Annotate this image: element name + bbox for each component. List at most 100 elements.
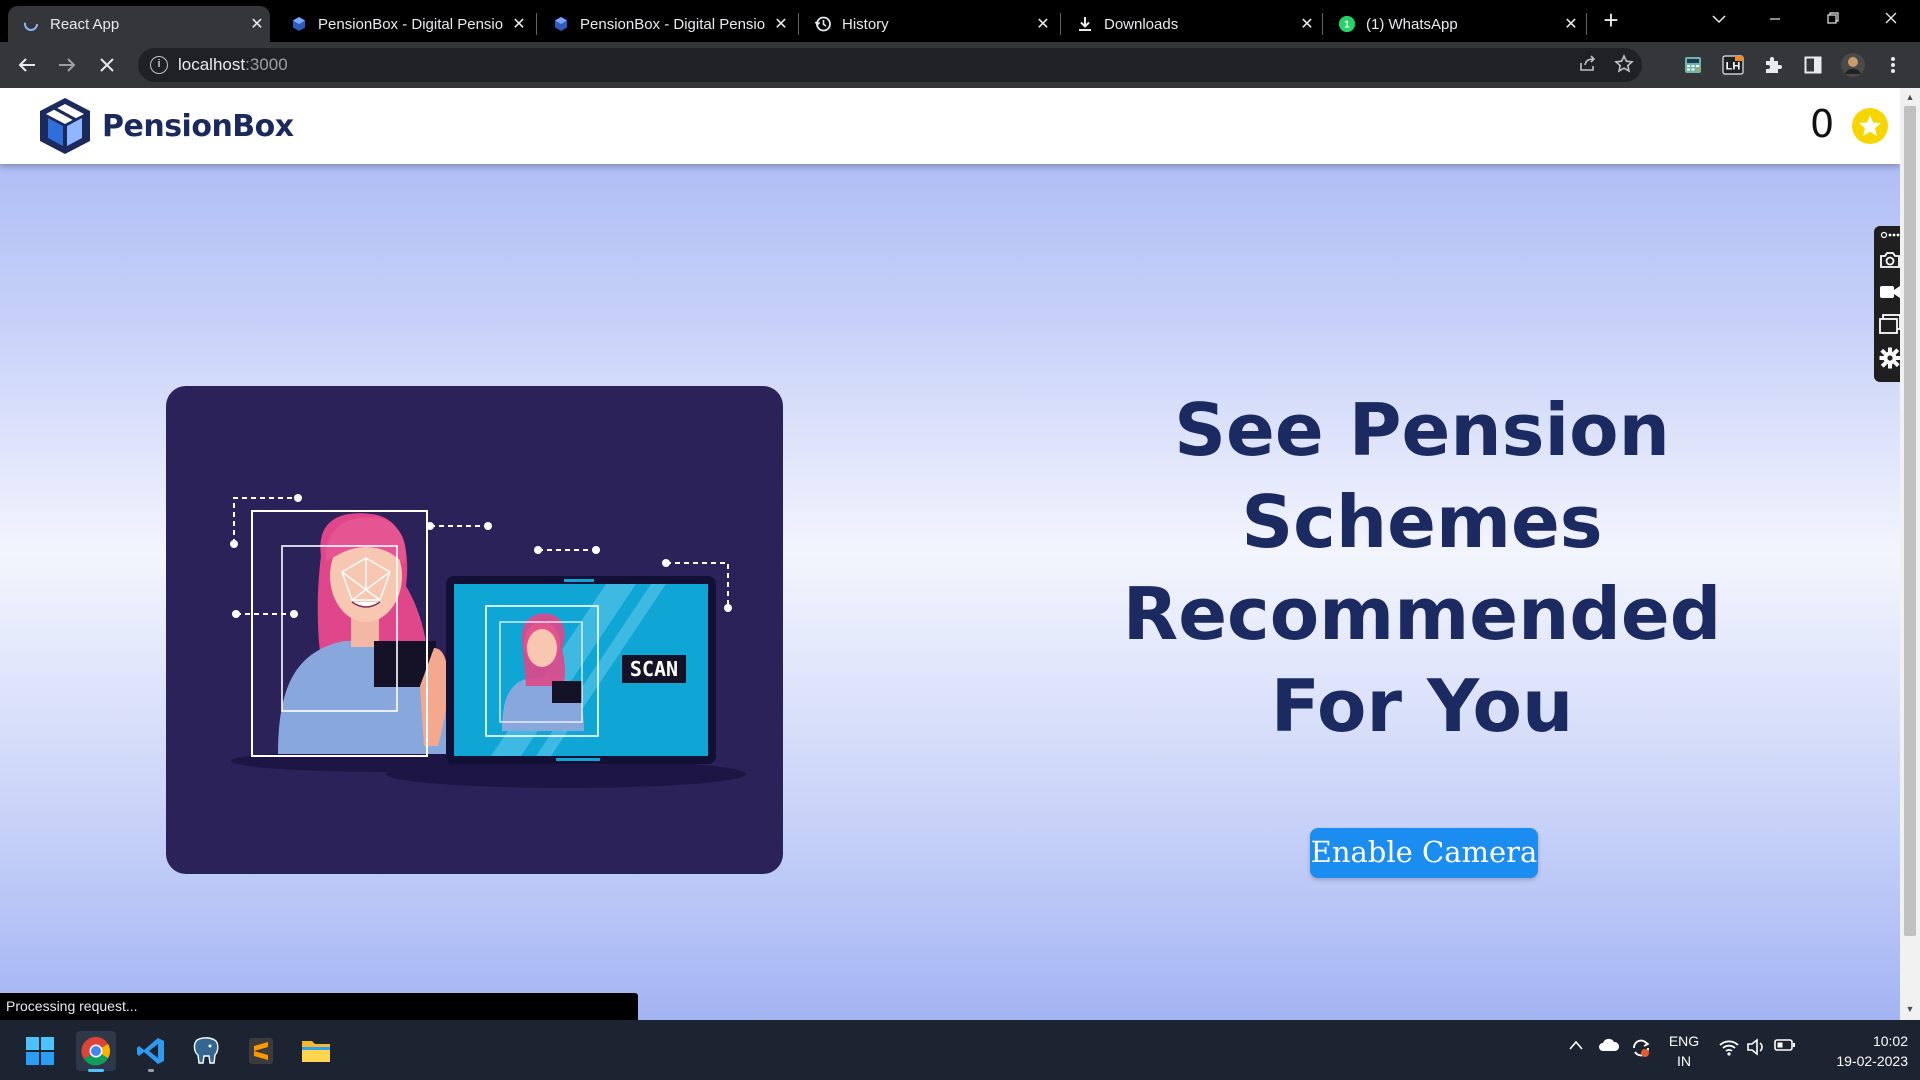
url-text[interactable]: localhost:3000 bbox=[178, 55, 288, 75]
extensions-puzzle-icon[interactable] bbox=[1758, 50, 1788, 80]
close-icon bbox=[100, 58, 114, 72]
tab-label: History bbox=[842, 15, 889, 33]
clock-time: 10:02 bbox=[1872, 1033, 1908, 1049]
tab-search-button[interactable] bbox=[1696, 4, 1742, 36]
minimize-button[interactable] bbox=[1752, 4, 1798, 36]
extension-lighthouse-icon[interactable]: LH bbox=[1718, 50, 1748, 80]
tab-close-button[interactable]: ✕ bbox=[244, 14, 270, 34]
start-button[interactable] bbox=[20, 1031, 60, 1071]
chevron-down-icon bbox=[1712, 15, 1726, 24]
react-spinner-icon bbox=[22, 15, 40, 33]
tab-close-button[interactable]: ✕ bbox=[768, 14, 794, 34]
scan-label: SCAN bbox=[630, 657, 678, 681]
brand-name: PensionBox bbox=[102, 108, 294, 144]
restore-icon bbox=[1827, 12, 1839, 24]
minimize-icon bbox=[1770, 18, 1780, 20]
input-language-indicator[interactable]: ENG IN bbox=[1664, 1031, 1704, 1071]
windows-logo-icon bbox=[26, 1037, 54, 1065]
battery-icon[interactable] bbox=[1774, 1038, 1796, 1057]
info-icon[interactable]: i bbox=[150, 56, 168, 74]
stop-loading-button[interactable] bbox=[92, 50, 122, 80]
brand-logo-link[interactable]: PensionBox bbox=[36, 96, 294, 156]
close-icon bbox=[1885, 12, 1897, 24]
taskbar-pgadmin[interactable] bbox=[186, 1031, 226, 1071]
window-capture-icon[interactable] bbox=[1878, 312, 1902, 336]
tab-history[interactable]: History ✕ bbox=[800, 6, 1056, 42]
address-bar[interactable]: i localhost:3000 bbox=[138, 48, 1642, 82]
tab-downloads[interactable]: Downloads ✕ bbox=[1062, 6, 1320, 42]
tab-separator bbox=[798, 13, 799, 35]
tab-whatsapp[interactable]: 1 (1) WhatsApp ✕ bbox=[1324, 6, 1584, 42]
page-scrollbar[interactable]: ▲ ▼ bbox=[1900, 88, 1920, 1020]
tab-close-button[interactable]: ✕ bbox=[506, 14, 532, 34]
pensionbox-logo-icon bbox=[40, 98, 90, 154]
tab-separator bbox=[536, 13, 537, 35]
whatsapp-icon: 1 bbox=[1338, 15, 1356, 33]
tray-overflow-icon[interactable] bbox=[1568, 1038, 1584, 1056]
folder-icon bbox=[302, 1041, 330, 1062]
tab-close-button[interactable]: ✕ bbox=[1558, 14, 1584, 34]
tab-pensionbox-1[interactable]: PensionBox - Digital Pensio ✕ bbox=[276, 6, 532, 42]
headline-line: Schemes bbox=[1241, 480, 1603, 564]
bookmark-star-icon[interactable] bbox=[1612, 54, 1636, 76]
profile-avatar[interactable] bbox=[1838, 50, 1868, 80]
url-host: localhost bbox=[178, 55, 246, 74]
history-icon bbox=[814, 15, 832, 33]
tab-separator bbox=[1322, 13, 1323, 35]
arrow-right-icon bbox=[59, 58, 76, 72]
postgresql-elephant-icon bbox=[193, 1037, 219, 1064]
headline-line: For You bbox=[1270, 664, 1574, 748]
volume-icon[interactable] bbox=[1746, 1038, 1766, 1061]
onedrive-cloud-icon[interactable] bbox=[1598, 1038, 1620, 1057]
taskbar-vscode[interactable] bbox=[131, 1031, 171, 1072]
scroll-up-icon[interactable]: ▲ bbox=[1905, 92, 1915, 102]
rewards-button[interactable] bbox=[1852, 108, 1888, 144]
tab-label: PensionBox - Digital Pensio bbox=[318, 15, 504, 33]
vscode-icon bbox=[137, 1038, 164, 1064]
sublime-text-icon bbox=[249, 1038, 273, 1064]
headline-line: See Pension bbox=[1174, 388, 1670, 472]
taskbar-chrome[interactable] bbox=[76, 1031, 116, 1072]
scrollbar-thumb[interactable] bbox=[1904, 106, 1916, 936]
pensionbox-icon bbox=[552, 15, 570, 33]
back-button[interactable] bbox=[12, 50, 42, 80]
forward-button[interactable] bbox=[52, 50, 82, 80]
taskbar-sublime[interactable] bbox=[241, 1031, 281, 1071]
close-window-button[interactable] bbox=[1868, 4, 1914, 36]
tab-separator bbox=[1060, 13, 1061, 35]
side-panel-icon[interactable] bbox=[1798, 50, 1828, 80]
svg-text:LH: LH bbox=[1726, 61, 1741, 73]
headline-line: Recommended bbox=[1122, 572, 1722, 656]
svg-text:1: 1 bbox=[1344, 20, 1350, 31]
wifi-icon[interactable] bbox=[1718, 1038, 1740, 1061]
menu-kebab-icon[interactable] bbox=[1878, 50, 1908, 80]
widget-handle-icon[interactable] bbox=[1878, 228, 1902, 242]
video-camera-icon[interactable] bbox=[1878, 280, 1902, 304]
chrome-icon bbox=[81, 1036, 110, 1066]
pensionbox-icon bbox=[290, 15, 308, 33]
status-bubble: Processing request... bbox=[0, 993, 638, 1020]
tab-pensionbox-2[interactable]: PensionBox - Digital Pensio ✕ bbox=[538, 6, 794, 42]
extension-calculator-icon[interactable] bbox=[1678, 50, 1708, 80]
lang-region: IN bbox=[1677, 1053, 1691, 1069]
enable-camera-button[interactable]: Enable Camera bbox=[1310, 828, 1538, 878]
tab-strip: React App ✕ PensionBox - Digital Pensio … bbox=[0, 0, 1920, 42]
share-icon[interactable] bbox=[1576, 54, 1600, 76]
face-scan-illustration: SCAN bbox=[166, 386, 783, 874]
tab-label: PensionBox - Digital Pensio bbox=[580, 15, 766, 33]
gear-icon[interactable] bbox=[1878, 346, 1902, 370]
restore-button[interactable] bbox=[1810, 4, 1856, 36]
hero-headline: See Pension Schemes Recommended For You bbox=[1072, 384, 1772, 752]
tab-close-button[interactable]: ✕ bbox=[1294, 14, 1320, 34]
browser-toolbar: i localhost:3000 LH bbox=[0, 42, 1920, 88]
tab-react-app[interactable]: React App ✕ bbox=[8, 6, 270, 42]
tab-close-button[interactable]: ✕ bbox=[1030, 14, 1056, 34]
new-tab-button[interactable]: + bbox=[1598, 7, 1624, 34]
taskbar-clock[interactable]: 10:02 19-02-2023 bbox=[1808, 1031, 1908, 1071]
scroll-down-icon[interactable]: ▼ bbox=[1905, 1004, 1915, 1014]
tab-label: (1) WhatsApp bbox=[1366, 15, 1458, 33]
sync-icon[interactable] bbox=[1630, 1038, 1652, 1063]
taskbar-file-explorer[interactable] bbox=[296, 1031, 336, 1071]
camera-icon[interactable] bbox=[1878, 248, 1902, 272]
page-viewport: PensionBox 0 SCAN See Pension Schemes Re… bbox=[0, 88, 1900, 1020]
